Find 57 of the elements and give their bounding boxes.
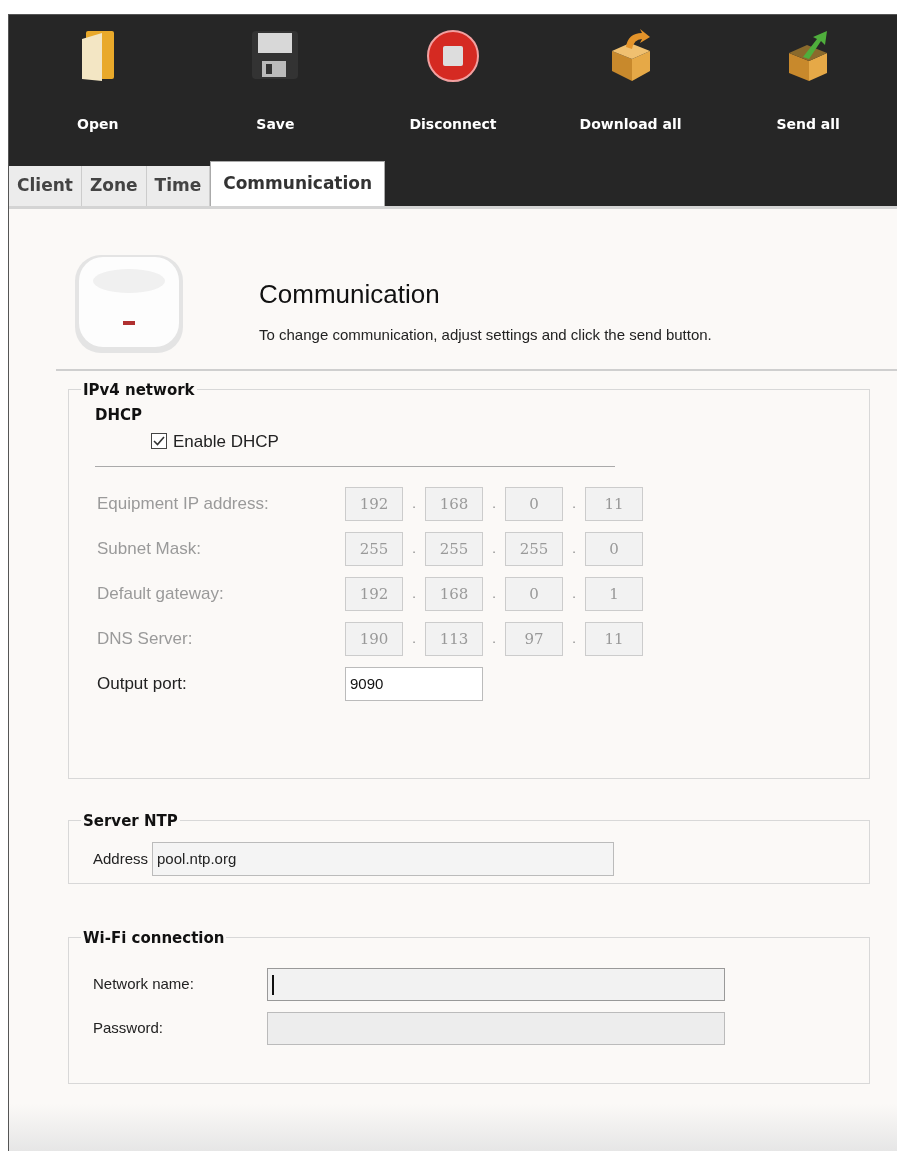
octet-field[interactable]: 192 [345, 577, 403, 611]
checkmark-icon [153, 435, 165, 448]
toolbar-button[interactable]: Download all [541, 27, 720, 147]
dot-separator: . [491, 495, 497, 514]
field-label: Password: [93, 1018, 165, 1039]
octet-field[interactable]: 190 [345, 622, 403, 656]
dot-separator: . [491, 585, 497, 604]
tab[interactable]: Client [9, 166, 82, 206]
octet-field[interactable]: 11 [585, 622, 643, 656]
toolbar-button[interactable]: Save [186, 27, 365, 147]
octet-field[interactable]: 97 [505, 622, 563, 656]
field-label: Address [93, 848, 149, 869]
toolbar-button[interactable]: Open [9, 27, 187, 147]
octet-field[interactable]: 255 [425, 532, 483, 566]
octet-field[interactable]: 0 [585, 532, 643, 566]
toolbar-button[interactable]: Send all [719, 27, 897, 147]
octet-field[interactable]: 0 [505, 577, 563, 611]
dot-separator: . [411, 540, 417, 559]
octet-field[interactable]: 168 [425, 577, 483, 611]
port-field[interactable]: 9090 [345, 667, 483, 701]
page-title: Communication [259, 278, 441, 311]
octet-field[interactable]: 255 [505, 532, 563, 566]
dot-separator: . [411, 585, 417, 604]
tab[interactable]: Time [146, 166, 211, 206]
dot-separator: . [571, 630, 577, 649]
page-description: To change communication, adjust settings and click the send button. [259, 325, 712, 345]
octet-field[interactable]: 1 [585, 577, 643, 611]
octet-field[interactable]: 11 [585, 487, 643, 521]
dot-separator: . [411, 630, 417, 649]
section-heading: DHCP [95, 405, 143, 426]
octet-field[interactable]: 113 [425, 622, 483, 656]
tab[interactable]: Communication [210, 161, 386, 206]
checkbox-label: Enable DHCP [173, 430, 279, 453]
field-label: Equipment IP address: [97, 493, 270, 516]
tab[interactable]: Zone [81, 166, 147, 206]
field-label: Default gateway: [97, 583, 225, 606]
dot-separator: . [571, 495, 577, 514]
octet-field[interactable]: 0 [505, 487, 563, 521]
toolbar-button[interactable]: Disconnect [364, 27, 542, 147]
dot-separator: . [571, 540, 577, 559]
field-label: Subnet Mask: [97, 538, 202, 561]
text-field[interactable] [267, 1012, 725, 1045]
dot-separator: . [411, 495, 417, 514]
octet-field[interactable]: 192 [345, 487, 403, 521]
dot-separator: . [491, 540, 497, 559]
field-label: DNS Server: [97, 628, 194, 651]
checkbox[interactable] [151, 433, 167, 450]
octet-field[interactable]: 168 [425, 487, 483, 521]
field-label: Network name: [93, 974, 195, 995]
text-cursor [272, 974, 274, 995]
address-field[interactable]: pool.ntp.org [152, 842, 615, 876]
text-field[interactable] [267, 968, 725, 1001]
stop-icon [426, 29, 480, 83]
dot-separator: . [491, 630, 497, 649]
dot-separator: . [571, 585, 577, 604]
field-label: Output port: [97, 673, 188, 696]
octet-field[interactable]: 255 [345, 532, 403, 566]
